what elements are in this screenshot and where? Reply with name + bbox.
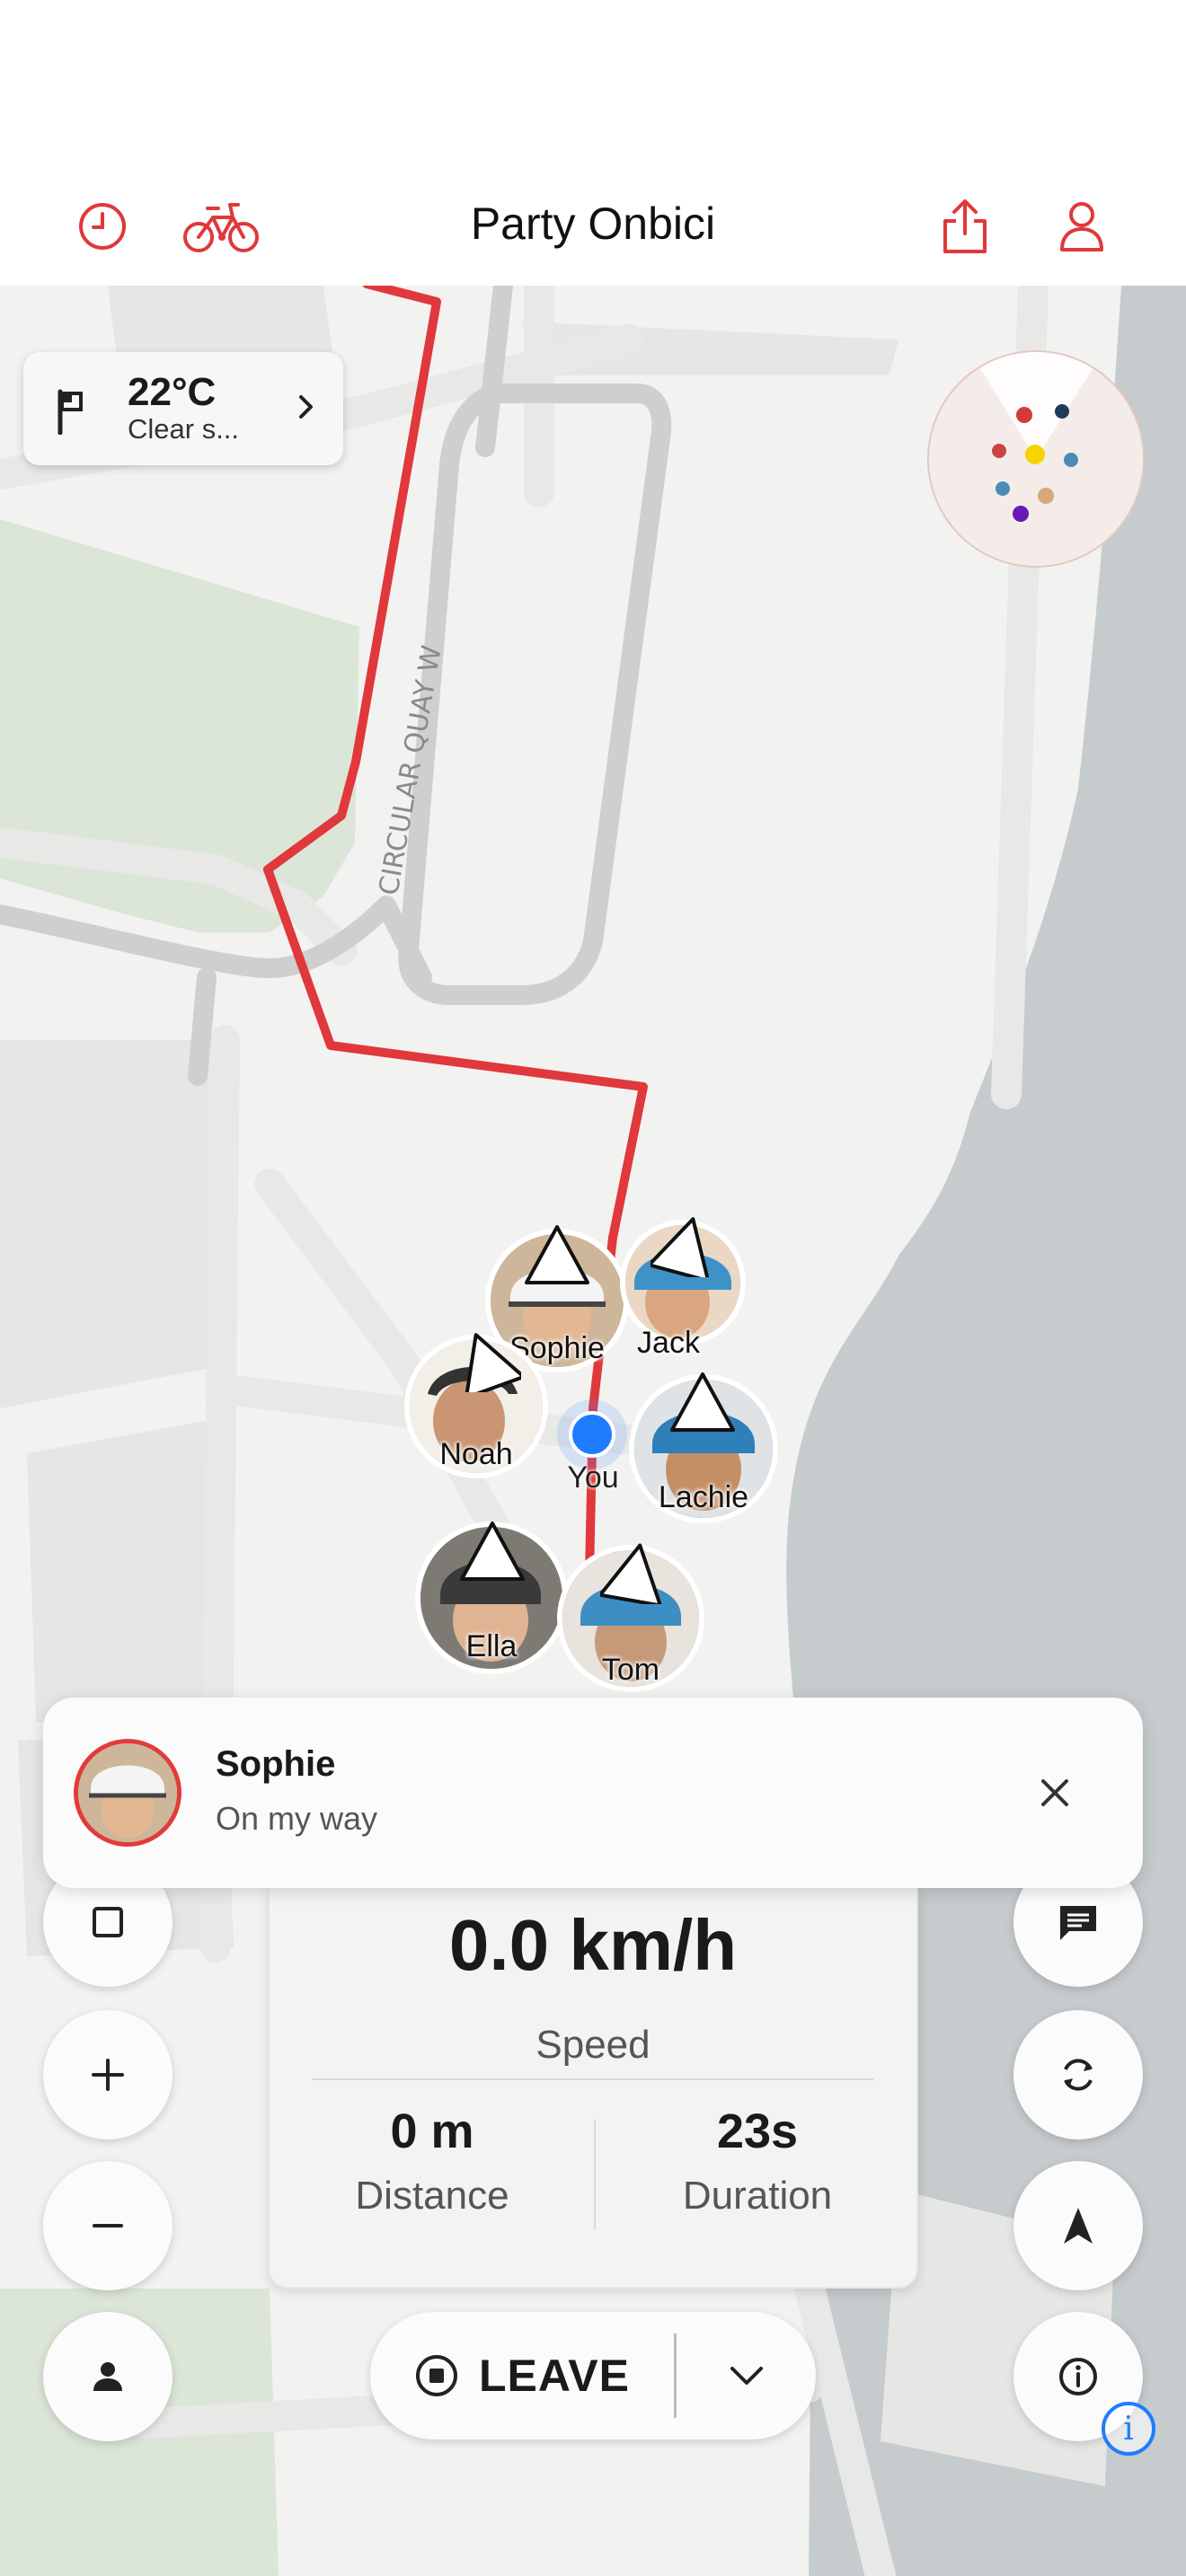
leave-button[interactable]: LEAVE [370, 2312, 674, 2439]
rider-name: Noah [439, 1437, 513, 1471]
chevron-down-icon [730, 2367, 763, 2385]
distance-value: 0 m [390, 2104, 474, 2158]
sender-avatar [74, 1739, 181, 1847]
heading-arrow-icon [600, 1543, 662, 1604]
heading-arrow-icon [525, 1225, 589, 1284]
stats-divider [313, 2078, 873, 2080]
you-label: You [567, 1460, 619, 1495]
radar-dot [996, 481, 1010, 496]
speed-value: 0.0 km/h [448, 1905, 738, 1985]
rider-name: Lachie [658, 1480, 749, 1514]
top-app-bar: Party Onbici [0, 180, 1186, 286]
radar-dot [1025, 445, 1045, 464]
speed-label: Speed [535, 2023, 651, 2067]
info-badge[interactable]: i [1102, 2402, 1155, 2456]
share-icon[interactable] [929, 190, 1001, 262]
person-icon [93, 2362, 122, 2391]
flag-icon [56, 388, 86, 439]
center-on-me-button[interactable] [43, 2312, 173, 2441]
minus-icon [93, 2224, 123, 2228]
rider-marker-jack[interactable]: Jack [620, 1217, 746, 1360]
page-title: Party Onbici [470, 198, 716, 249]
heading-arrow-icon [460, 1522, 525, 1581]
radar-dot [1038, 488, 1054, 504]
weather-temperature: 22°C [128, 370, 217, 414]
rider-marker-tom[interactable]: Tom [557, 1543, 704, 1692]
rider-marker-lachie[interactable]: Lachie [629, 1372, 778, 1523]
status-bar [0, 0, 1186, 180]
weather-condition: Clear s... [128, 413, 240, 445]
heading-arrow-icon [651, 1217, 711, 1277]
sync-icon [1064, 2059, 1093, 2091]
leave-divider [674, 2333, 677, 2418]
bicycle-icon[interactable] [180, 190, 262, 262]
duration-value: 23s [716, 2104, 799, 2158]
chat-icon [1060, 1906, 1096, 1940]
radar-dot [1064, 453, 1078, 467]
sender-name: Sophie [216, 1744, 336, 1784]
close-icon [1041, 1779, 1068, 1806]
group-radar[interactable] [927, 350, 1145, 568]
distance-label: Distance [355, 2174, 509, 2218]
rider-marker-noah[interactable]: Noah [404, 1333, 548, 1478]
heading-arrow-icon [670, 1372, 735, 1432]
message-notification[interactable]: Sophie On my way [43, 1698, 1143, 1888]
chevron-right-icon [296, 393, 316, 425]
weather-card[interactable]: 22°C Clear s... [23, 352, 343, 465]
person-icon[interactable] [1046, 190, 1118, 262]
close-notification-button[interactable] [1021, 1759, 1089, 1827]
leave-button-group: LEAVE [370, 2312, 816, 2439]
zoom-in-button[interactable] [43, 2010, 173, 2139]
leave-label: LEAVE [479, 2351, 630, 2401]
info-icon [1059, 2358, 1097, 2395]
rider-name: Jack [637, 1326, 700, 1360]
navigation-arrow-icon [1064, 2208, 1093, 2244]
leave-options-dropdown[interactable] [677, 2312, 816, 2439]
current-location-marker [557, 1399, 627, 1469]
ride-stats-panel: 0.0 km/h Speed 0 m Distance 23s Duration [268, 1886, 918, 2289]
rider-name: Ella [465, 1629, 518, 1663]
rider-name: Tom [601, 1653, 660, 1687]
notification-message: On my way [216, 1800, 378, 1837]
radar-dot [1016, 407, 1032, 423]
stop-circle-icon [416, 2355, 457, 2396]
radar-dot [992, 444, 1006, 458]
zoom-out-button[interactable] [43, 2161, 173, 2290]
clock-icon[interactable] [66, 190, 138, 262]
duration-label: Duration [682, 2174, 833, 2218]
radar-dot [1013, 506, 1029, 522]
sync-button[interactable] [1013, 2010, 1143, 2139]
square-icon [93, 1907, 123, 1937]
rider-marker-ella[interactable]: Ella [415, 1522, 568, 1674]
radar-dot [1055, 404, 1069, 419]
navigation-button[interactable] [1013, 2161, 1143, 2290]
heading-arrow-icon [464, 1333, 521, 1392]
plus-icon [92, 2059, 124, 2091]
